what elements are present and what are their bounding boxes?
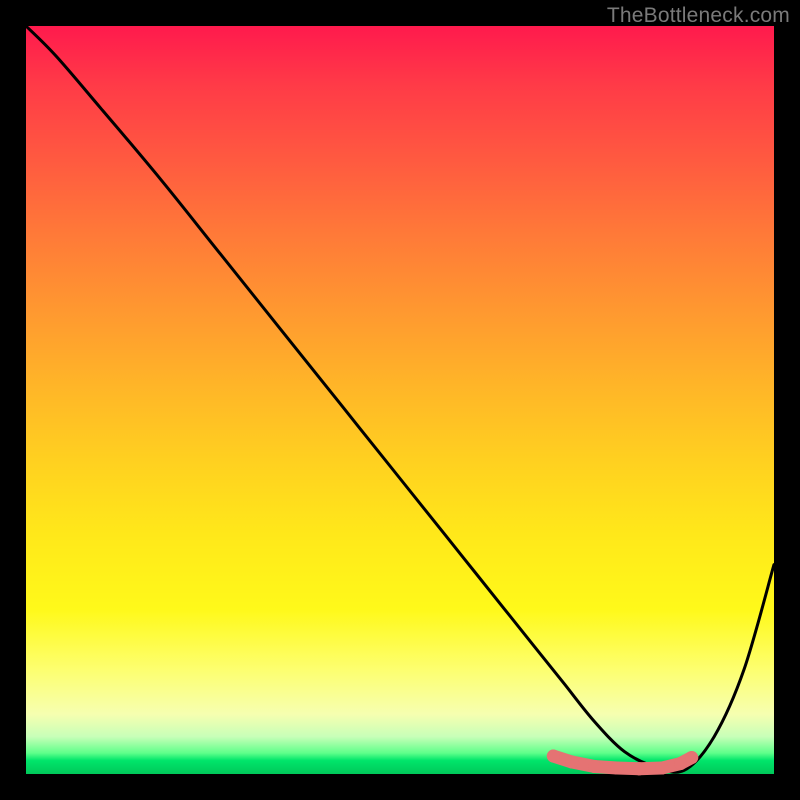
watermark-text: TheBottleneck.com [607, 4, 790, 28]
marker-joint [610, 762, 623, 775]
bottleneck-curve [26, 26, 774, 772]
marker-joint [566, 756, 579, 769]
highlight-markers [547, 750, 698, 776]
chart-frame: TheBottleneck.com [0, 0, 800, 800]
curve-layer [26, 26, 774, 774]
marker-joint [674, 757, 687, 770]
marker-joint [685, 751, 698, 764]
marker-joint [655, 762, 668, 775]
marker-joint [588, 760, 601, 773]
marker-joint [633, 762, 646, 775]
marker-joint [547, 750, 560, 763]
